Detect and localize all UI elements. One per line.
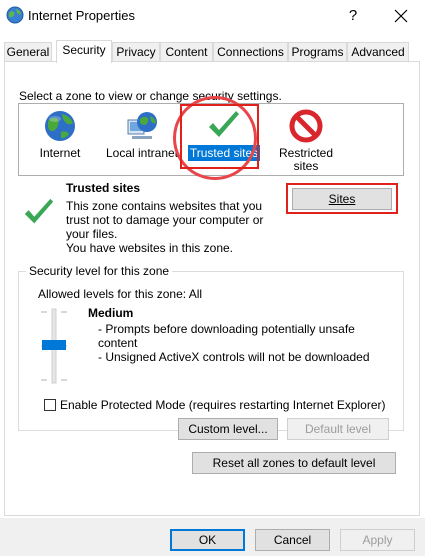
level-bullet: - Prompts before downloading potentially… — [98, 322, 355, 336]
tab-label: Security — [62, 43, 106, 57]
globe-icon — [6, 6, 24, 24]
default-level-label: Default level — [304, 422, 372, 436]
apply-button[interactable]: Apply — [340, 529, 415, 551]
apply-label: Apply — [362, 533, 393, 547]
protected-mode-label: Enable Protected Mode (requires restarti… — [60, 398, 386, 412]
close-button[interactable] — [386, 4, 416, 28]
ok-label: OK — [198, 533, 217, 547]
intranet-globe-icon — [124, 108, 160, 144]
ok-button[interactable]: OK — [170, 529, 245, 551]
security-level-legend: Security level for this zone — [26, 264, 173, 278]
zone-local-intranet[interactable]: Local intranet — [103, 104, 181, 176]
default-level-button[interactable]: Default level — [287, 418, 389, 440]
reset-all-zones-label: Reset all zones to default level — [212, 456, 376, 470]
reset-all-zones-button[interactable]: Reset all zones to default level — [192, 452, 396, 474]
protected-mode-checkbox[interactable] — [44, 399, 56, 411]
allowed-levels-label: Allowed levels for this zone: All — [38, 287, 203, 301]
zone-description-line: This zone contains websites that you — [66, 199, 263, 213]
tab-label: Content — [165, 45, 208, 59]
close-icon — [394, 9, 408, 23]
zone-description-line: your files. — [66, 227, 118, 241]
zone-label: Local intranet — [105, 146, 179, 160]
tab-programs[interactable]: Programs — [288, 42, 347, 62]
help-button[interactable]: ? — [340, 4, 366, 28]
tab-general[interactable]: General — [4, 42, 52, 62]
custom-level-button[interactable]: Custom level... — [178, 418, 278, 440]
no-entry-icon — [288, 108, 324, 144]
checkmark-icon — [22, 196, 56, 233]
tab-security[interactable]: Security — [56, 40, 112, 63]
tab-label: General — [6, 45, 50, 59]
level-name: Medium — [88, 306, 134, 320]
zone-select-prompt: Select a zone to view or change security… — [19, 89, 282, 103]
zone-internet[interactable]: Internet — [21, 104, 99, 176]
zone-label: Restricted sites — [278, 146, 334, 173]
title-bar: Internet Properties ? — [0, 0, 425, 32]
level-bullet: content — [98, 336, 138, 350]
cancel-label: Cancel — [273, 533, 312, 547]
tab-label: Privacy — [116, 45, 156, 59]
globe-icon — [42, 108, 78, 144]
zone-description-line: trust not to damage your computer or — [66, 213, 264, 227]
window-title: Internet Properties — [28, 8, 135, 23]
highlight-frame — [180, 104, 259, 169]
tab-label: Programs — [291, 45, 344, 59]
tab-strip: General Security Privacy Content Connect… — [4, 40, 420, 63]
zone-label: Internet — [39, 146, 81, 160]
level-bullet: - Unsigned ActiveX controls will not be … — [98, 350, 370, 364]
tab-label: Connections — [217, 45, 284, 59]
tab-advanced[interactable]: Advanced — [347, 42, 409, 62]
zone-restricted-sites[interactable]: Restricted sites — [267, 104, 345, 176]
zone-description-line: You have websites in this zone. — [66, 241, 233, 255]
sites-button-label: Sites — [328, 192, 356, 206]
zone-title: Trusted sites — [66, 181, 141, 195]
custom-level-label: Custom level... — [188, 422, 268, 436]
security-level-slider[interactable] — [36, 306, 72, 386]
cancel-button[interactable]: Cancel — [255, 529, 330, 551]
tab-content[interactable]: Content — [160, 42, 213, 62]
sites-button[interactable]: Sites — [292, 188, 392, 210]
tab-privacy[interactable]: Privacy — [112, 42, 160, 62]
tab-connections[interactable]: Connections — [213, 42, 288, 62]
tab-label: Advanced — [351, 45, 405, 59]
